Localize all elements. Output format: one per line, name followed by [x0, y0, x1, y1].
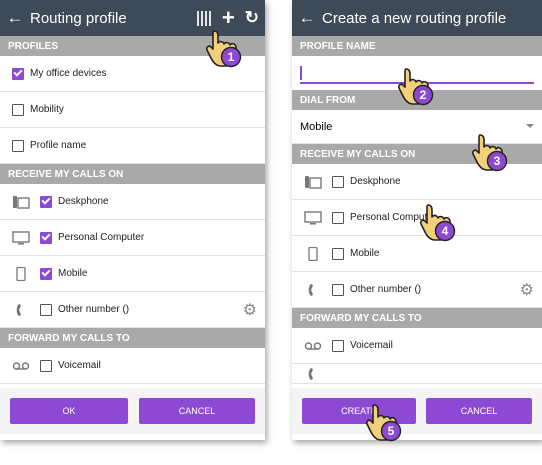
phone-handset-icon	[12, 303, 30, 317]
device-label: Mobile	[58, 268, 88, 279]
ok-button[interactable]: OK	[10, 398, 128, 424]
svg-text:5: 5	[388, 424, 395, 438]
deskphone-icon	[12, 195, 30, 209]
mobile-icon	[304, 247, 322, 261]
device-label: Deskphone	[58, 196, 109, 207]
checkbox[interactable]	[332, 175, 344, 188]
checkbox[interactable]	[12, 139, 24, 152]
step-4-hand-icon: 4	[418, 202, 458, 242]
app-bar: ← Create a new routing profile	[292, 0, 542, 36]
deskphone-icon	[304, 175, 322, 189]
qr-code-icon[interactable]	[196, 10, 212, 26]
forward-item[interactable]: Voicemail	[0, 348, 265, 384]
receive-item[interactable]: Mobile	[292, 236, 542, 272]
voicemail-icon	[304, 339, 322, 353]
forward-item-partial	[292, 364, 542, 384]
svg-text:2: 2	[420, 88, 427, 102]
step-3-hand-icon: 3	[470, 132, 510, 172]
profile-label: My office devices	[30, 68, 107, 79]
profile-label: Profile name	[30, 140, 87, 151]
forward-label: Voicemail	[58, 360, 101, 371]
forward-label: Voicemail	[350, 340, 393, 351]
button-bar: CREATE CANCEL	[292, 388, 542, 434]
computer-icon	[12, 231, 30, 245]
device-label: Other number ()	[350, 284, 422, 295]
gear-icon[interactable]: ⚙	[243, 300, 257, 320]
handset-icon	[304, 367, 322, 381]
receive-item[interactable]: Personal Computer	[0, 220, 265, 256]
dropdown-caret-icon	[526, 124, 534, 128]
dial-from-value: Mobile	[300, 120, 333, 133]
checkbox[interactable]	[40, 359, 52, 372]
refresh-icon[interactable]: ↻	[245, 8, 259, 28]
cancel-button[interactable]: CANCEL	[139, 398, 255, 424]
step-1-hand-icon: 1	[204, 28, 244, 68]
back-arrow-icon[interactable]: ←	[292, 8, 322, 28]
checkbox[interactable]	[40, 231, 52, 244]
receive-item[interactable]: Other number () ⚙	[292, 272, 542, 308]
forward-calls-header: FORWARD MY CALLS TO	[0, 328, 265, 348]
profile-label: Mobility	[30, 104, 64, 115]
checkbox[interactable]	[12, 103, 24, 116]
checkbox[interactable]	[12, 67, 24, 80]
profile-item[interactable]: Mobility	[0, 92, 265, 128]
device-label: Mobile	[350, 248, 380, 259]
button-bar: OK CANCEL	[0, 388, 265, 434]
checkbox[interactable]	[332, 339, 344, 352]
svg-text:3: 3	[494, 154, 501, 168]
device-label: Other number ()	[58, 304, 130, 315]
device-label: Personal Computer	[58, 232, 145, 243]
receive-item[interactable]: Personal Computer	[292, 200, 542, 236]
step-5-hand-icon: 5	[364, 402, 404, 442]
checkbox[interactable]	[332, 211, 344, 224]
profile-name-header: PROFILE NAME	[292, 36, 542, 56]
voicemail-icon	[12, 359, 30, 373]
back-arrow-icon[interactable]: ←	[0, 8, 30, 28]
receive-item[interactable]: Deskphone	[0, 184, 265, 220]
checkbox[interactable]	[332, 283, 344, 296]
checkbox[interactable]	[332, 247, 344, 260]
checkbox[interactable]	[40, 195, 52, 208]
add-icon[interactable]: +	[222, 7, 235, 29]
receive-calls-header: RECEIVE MY CALLS ON	[0, 164, 265, 184]
svg-text:1: 1	[228, 50, 235, 64]
gear-icon[interactable]: ⚙	[520, 280, 534, 300]
device-label: Deskphone	[350, 176, 401, 187]
checkbox[interactable]	[40, 303, 52, 316]
page-title: Routing profile	[30, 9, 127, 27]
page-title: Create a new routing profile	[322, 9, 507, 27]
svg-text:4: 4	[442, 224, 449, 238]
computer-icon	[304, 211, 322, 225]
receive-item[interactable]: Other number () ⚙	[0, 292, 265, 328]
checkbox[interactable]	[40, 267, 52, 280]
profile-item[interactable]: Profile name	[0, 128, 265, 164]
forward-item[interactable]: Voicemail	[292, 328, 542, 364]
forward-calls-header: FORWARD MY CALLS TO	[292, 308, 542, 328]
step-2-hand-icon: 2	[396, 66, 436, 106]
phone-handset-icon	[304, 283, 322, 297]
mobile-icon	[12, 267, 30, 281]
cancel-button[interactable]: CANCEL	[426, 398, 532, 424]
receive-item[interactable]: Mobile	[0, 256, 265, 292]
